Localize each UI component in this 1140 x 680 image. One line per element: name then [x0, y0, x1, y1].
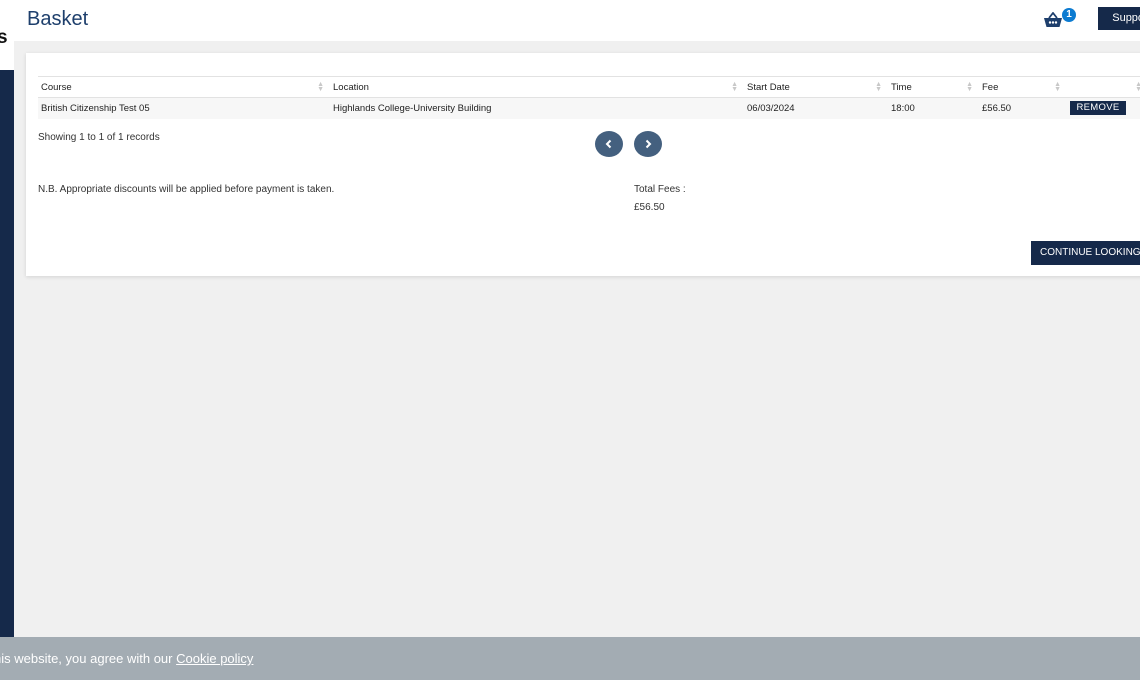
basket-card: Course ▲ ▼ Location ▲ ▼ Start Date ▲ ▼ Time ▲ ▼ …	[26, 53, 1140, 276]
sort-icon: ▲ ▼	[317, 81, 324, 93]
cell-location: Highlands College-University Building	[330, 97, 744, 119]
next-page-button[interactable]	[634, 131, 662, 157]
sort-icon: ▲ ▼	[1135, 81, 1140, 93]
cookie-policy-link[interactable]: Cookie policy	[176, 651, 253, 666]
cell-time: 18:00	[888, 97, 979, 119]
column-header-action[interactable]: ▲ ▼	[1067, 76, 1140, 98]
sort-icon: ▲ ▼	[1054, 81, 1061, 93]
cookie-text: his website, you agree with our	[0, 651, 173, 666]
previous-page-button[interactable]	[595, 131, 623, 157]
sidebar	[0, 70, 14, 637]
column-header-course[interactable]: Course ▲ ▼	[38, 76, 330, 98]
top-bar	[14, 0, 1140, 41]
continue-looking-button[interactable]: CONTINUE LOOKING	[1031, 241, 1140, 265]
cell-start-date: 06/03/2024	[744, 97, 888, 119]
column-header-time[interactable]: Time ▲ ▼	[888, 76, 979, 98]
chevron-right-icon	[645, 139, 652, 149]
cookie-message: his website, you agree with our Cookie p…	[0, 651, 253, 666]
chevron-left-icon	[605, 139, 612, 149]
basket-button[interactable]: 1	[1043, 8, 1077, 32]
sort-icon: ▲ ▼	[731, 81, 738, 93]
page-title: Basket	[27, 8, 89, 30]
total-fees-label: Total Fees :	[634, 184, 686, 195]
sort-icon: ▲ ▼	[966, 81, 973, 93]
support-button[interactable]: Support	[1098, 7, 1140, 30]
sidebar-brand-fragment: s	[0, 27, 8, 48]
records-info: Showing 1 to 1 of 1 records	[38, 132, 160, 143]
cookie-banner: his website, you agree with our Cookie p…	[0, 637, 1140, 680]
sort-icon: ▲ ▼	[875, 81, 882, 93]
discount-note: N.B. Appropriate discounts will be appli…	[38, 184, 335, 195]
total-fees-value: £56.50	[634, 202, 665, 213]
column-header-start-date[interactable]: Start Date ▲ ▼	[744, 76, 888, 98]
cell-course: British Citizenship Test 05	[38, 97, 330, 119]
basket-icon	[1044, 12, 1062, 27]
basket-count-badge: 1	[1062, 8, 1076, 22]
column-header-location[interactable]: Location ▲ ▼	[330, 76, 744, 98]
table-row: British Citizenship Test 05 Highlands Co…	[38, 97, 1140, 119]
cell-fee: £56.50	[979, 97, 1067, 119]
column-header-fee[interactable]: Fee ▲ ▼	[979, 76, 1067, 98]
basket-table: Course ▲ ▼ Location ▲ ▼ Start Date ▲ ▼ Time ▲ ▼ …	[38, 76, 1140, 119]
remove-button[interactable]: REMOVE	[1070, 101, 1126, 116]
table-header-row: Course ▲ ▼ Location ▲ ▼ Start Date ▲ ▼ Time ▲ ▼ …	[38, 76, 1140, 98]
cell-action: REMOVE	[1067, 97, 1140, 119]
